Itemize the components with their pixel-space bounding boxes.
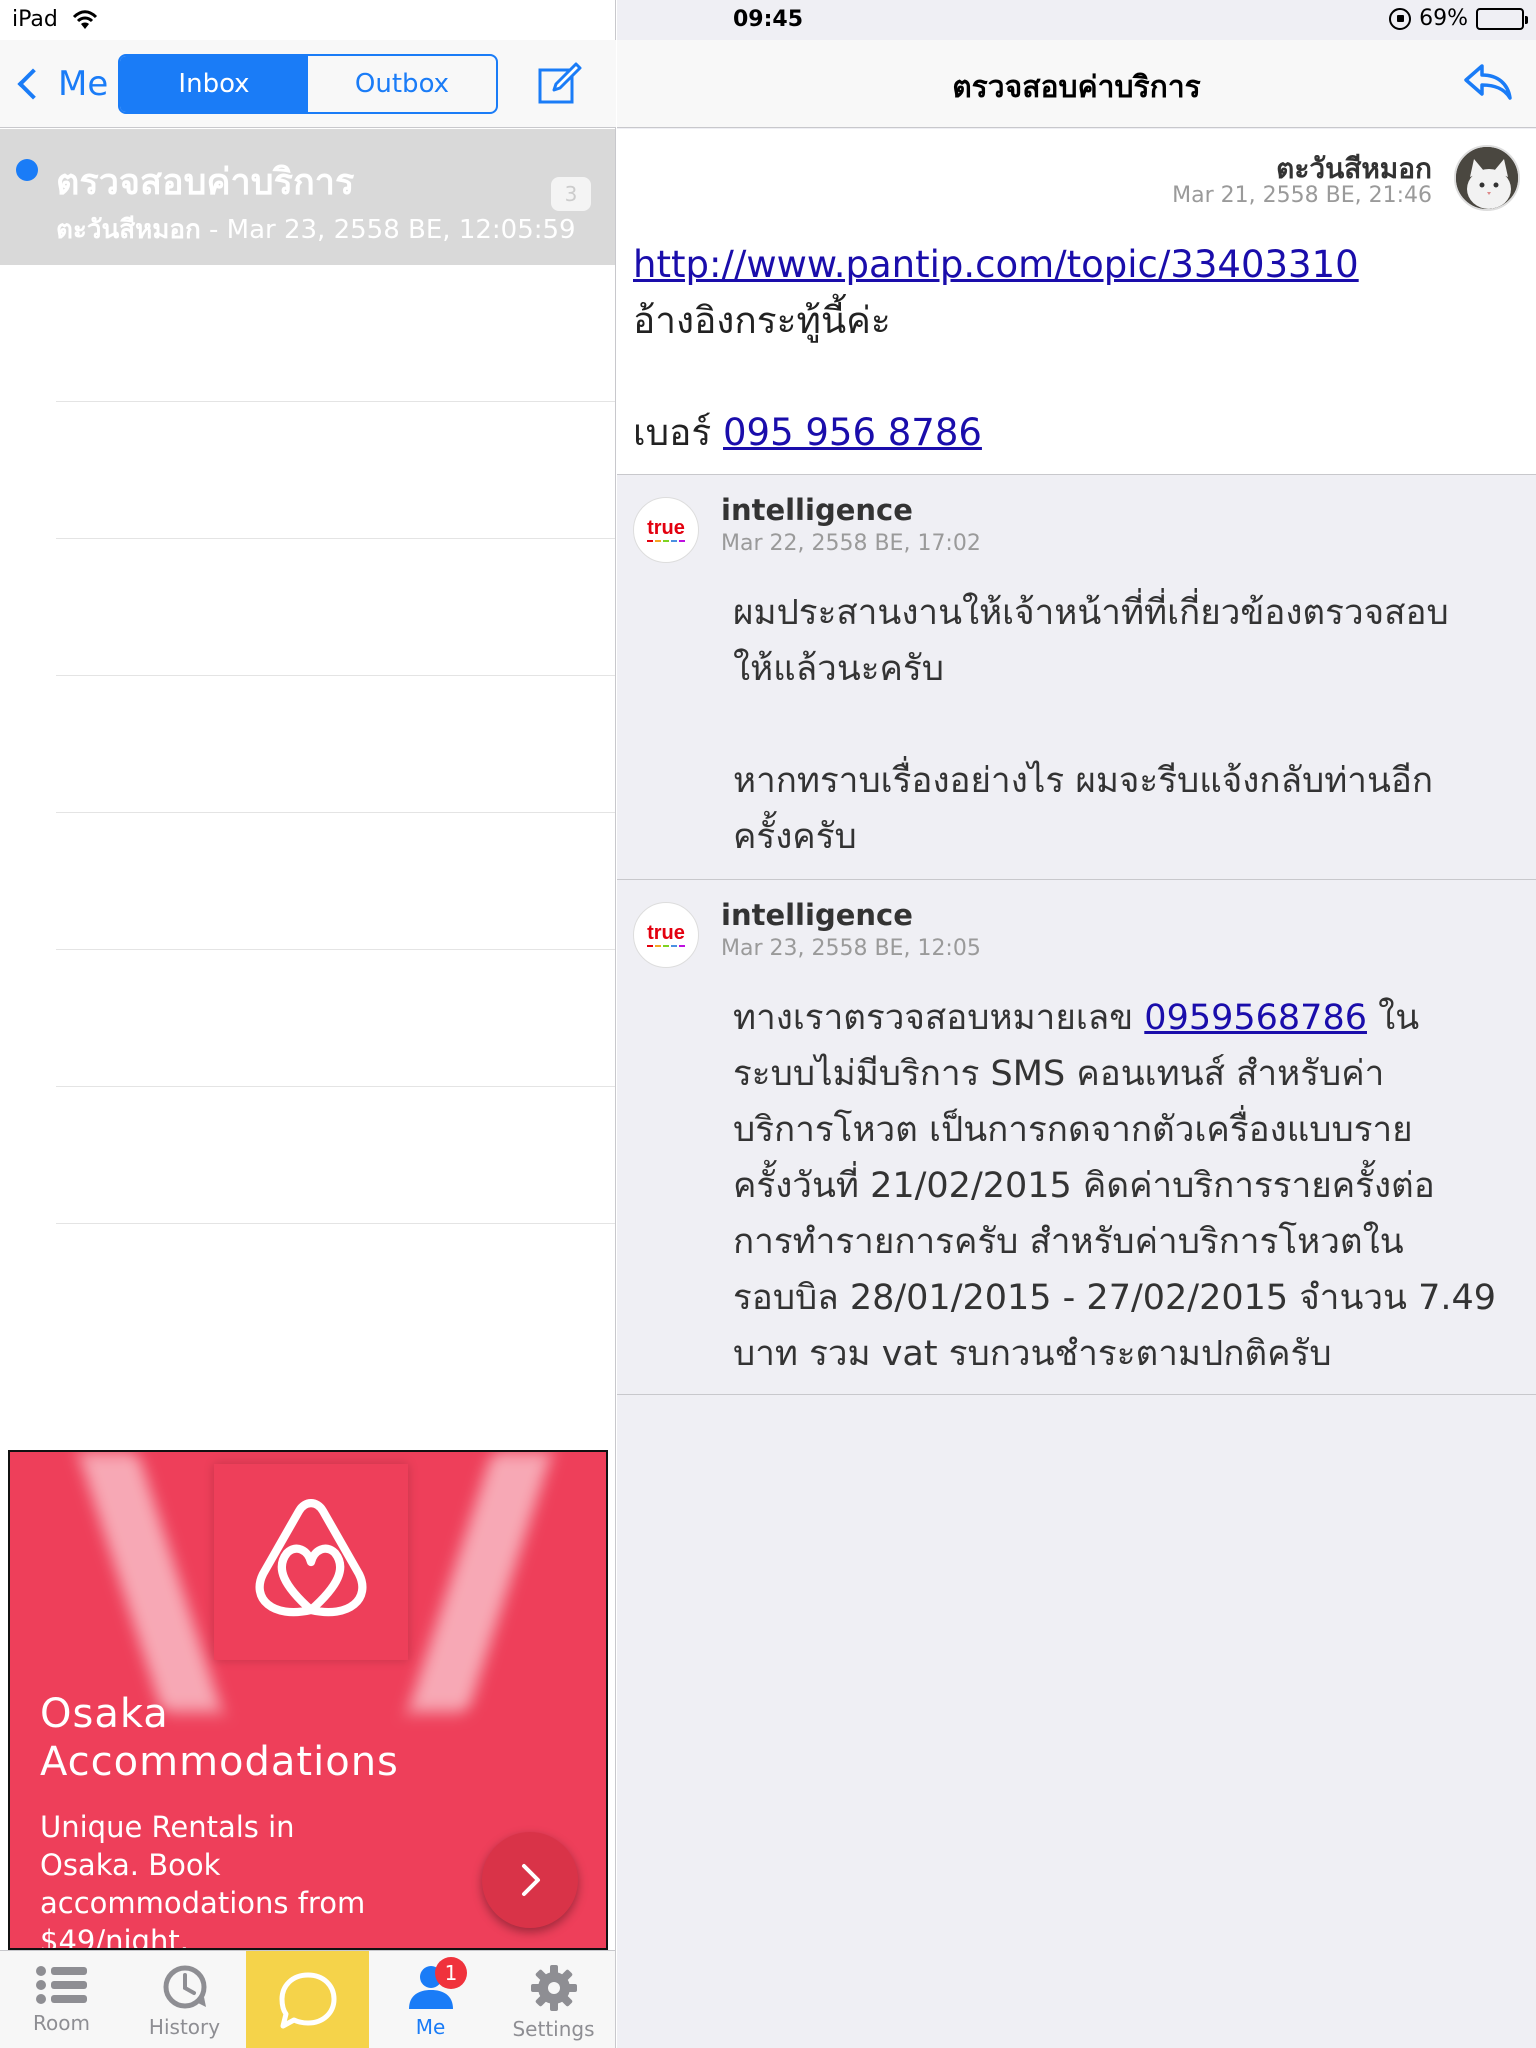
message-text: อ้างอิงกระทู้นี้ค่ะ <box>633 299 891 342</box>
segment-outbox[interactable]: Outbox <box>308 56 496 112</box>
message-time: Mar 22, 2558 BE, 17:02 <box>721 531 981 556</box>
phone-prefix: เบอร์ <box>633 411 723 454</box>
tab-settings-label: Settings <box>512 2017 595 2041</box>
list-icon <box>35 1966 87 2004</box>
true-logo-avatar: true <box>633 902 699 968</box>
empty-row <box>56 950 615 1087</box>
compose-icon <box>538 62 582 104</box>
message-text: ใน ระบบไม่มีบริการ SMS คอนเทนส์ สำหรับค่… <box>733 998 1497 1374</box>
avatar <box>1454 145 1520 211</box>
battery-icon <box>1476 7 1528 30</box>
chevron-left-icon <box>17 68 49 100</box>
airbnb-logo <box>214 1464 408 1660</box>
message-incoming: true intelligence Mar 22, 2558 BE, 17:02… <box>617 475 1536 880</box>
status-time: 09:45 <box>732 7 804 32</box>
message-time: Mar 21, 2558 BE, 21:46 <box>1172 183 1432 208</box>
empty-row <box>56 1087 615 1224</box>
conversation-title: ตรวจสอบค่าบริการ <box>952 70 1201 105</box>
conversation-list-pane: Me Inbox Outbox ตรวจสอบค่าบริการ ตะวันสี… <box>0 0 616 2048</box>
phone-link[interactable]: 095 956 8786 <box>723 411 982 454</box>
status-bar: iPad 09:45 69% <box>0 0 1536 40</box>
message-sender: intelligence <box>721 493 913 527</box>
compose-button[interactable] <box>536 60 584 108</box>
detail-navigation-bar: ตรวจสอบค่าบริการ <box>617 40 1536 128</box>
thread-message-count: 3 <box>551 177 591 211</box>
ad-light-beam <box>77 1452 223 1712</box>
airbnb-logo-icon <box>255 1499 367 1617</box>
tab-room[interactable]: Room <box>0 1951 123 2048</box>
thread-title: ตรวจสอบค่าบริการ <box>56 162 355 203</box>
message-outgoing: ตะวันสีหมอก Mar 21, 2558 BE, 21:46 http:… <box>617 129 1536 475</box>
gear-icon <box>530 1965 577 2011</box>
true-logo-bar <box>647 945 685 947</box>
message-link[interactable]: http://www.pantip.com/topic/33403310 <box>633 243 1359 286</box>
chevron-right-icon <box>522 1864 540 1896</box>
true-logo-avatar: true <box>633 497 699 563</box>
true-logo-bar <box>647 540 685 542</box>
true-logo-icon: true <box>647 922 685 944</box>
message-body: http://www.pantip.com/topic/33403310 อ้า… <box>633 237 1359 461</box>
list-navigation-bar: Me Inbox Outbox <box>0 40 616 128</box>
message-sender: intelligence <box>721 898 913 932</box>
reply-button[interactable] <box>1460 58 1514 106</box>
message-incoming: true intelligence Mar 23, 2558 BE, 12:05… <box>617 880 1536 1395</box>
ad-light-beam <box>407 1452 553 1712</box>
thread-datetime: Mar 23, 2558 BE, 12:05:59 <box>226 215 576 245</box>
tab-history[interactable]: History <box>123 1951 246 2048</box>
ad-title: Osaka Accommodations <box>40 1691 399 1785</box>
thread-separator: - <box>200 215 227 245</box>
ad-banner[interactable]: Osaka Accommodations Unique Rentals in O… <box>8 1450 608 1950</box>
segment-inbox[interactable]: Inbox <box>120 56 308 112</box>
rotation-lock-icon <box>1389 7 1412 30</box>
ad-description: Unique Rentals in Osaka. Book accommodat… <box>40 1810 366 1950</box>
cat-avatar-icon <box>1456 147 1518 209</box>
chat-bubble-icon <box>279 1972 336 2029</box>
true-logo-icon: true <box>647 517 685 539</box>
tab-me-label: Me <box>415 2015 446 2039</box>
conversation-detail-pane: ตรวจสอบค่าบริการ ตะวันสีหมอก Mar 21, 255… <box>617 0 1536 2048</box>
thread-sender: ตะวันสีหมอก <box>56 215 201 245</box>
mailbox-segmented-control: Inbox Outbox <box>118 54 498 114</box>
thread-meta: ตะวันสีหมอก - Mar 23, 2558 BE, 12:05:59 <box>56 209 576 250</box>
message-time: Mar 23, 2558 BE, 12:05 <box>721 936 981 961</box>
empty-list-rows <box>0 265 615 1224</box>
tab-history-label: History <box>148 2015 221 2039</box>
tab-bar: Room History 1 Me Settings <box>0 1950 615 2048</box>
tab-room-label: Room <box>33 2011 90 2035</box>
back-button-label: Me <box>58 64 109 104</box>
tab-chat[interactable] <box>246 1951 369 2048</box>
history-icon <box>163 1965 206 2009</box>
status-right: 69% <box>1389 6 1528 31</box>
reply-icon <box>1464 64 1512 100</box>
empty-row <box>56 813 615 950</box>
message-body: ผมประสานงานให้เจ้าหน้าที่ที่เกี่ยวข้องตร… <box>733 593 1449 857</box>
empty-row <box>56 402 615 539</box>
tab-me[interactable]: 1 Me <box>369 1951 492 2048</box>
tab-settings[interactable]: Settings <box>492 1951 615 2048</box>
message-body: ทางเราตรวจสอบหมายเลข 0959568786 ใน ระบบไ… <box>733 990 1523 1382</box>
unread-indicator <box>16 159 38 181</box>
message-text: ทางเราตรวจสอบหมายเลข <box>733 998 1145 1038</box>
empty-row <box>56 676 615 813</box>
thread-row-selected[interactable]: ตรวจสอบค่าบริการ ตะวันสีหมอก - Mar 23, 2… <box>0 129 615 265</box>
empty-row <box>56 265 615 402</box>
empty-row <box>56 539 615 676</box>
phone-link[interactable]: 0959568786 <box>1144 998 1367 1038</box>
back-button[interactable]: Me <box>14 60 108 108</box>
battery-percent: 69% <box>1419 6 1468 31</box>
notification-badge: 1 <box>435 1957 467 1989</box>
ad-cta-button[interactable] <box>482 1832 578 1928</box>
